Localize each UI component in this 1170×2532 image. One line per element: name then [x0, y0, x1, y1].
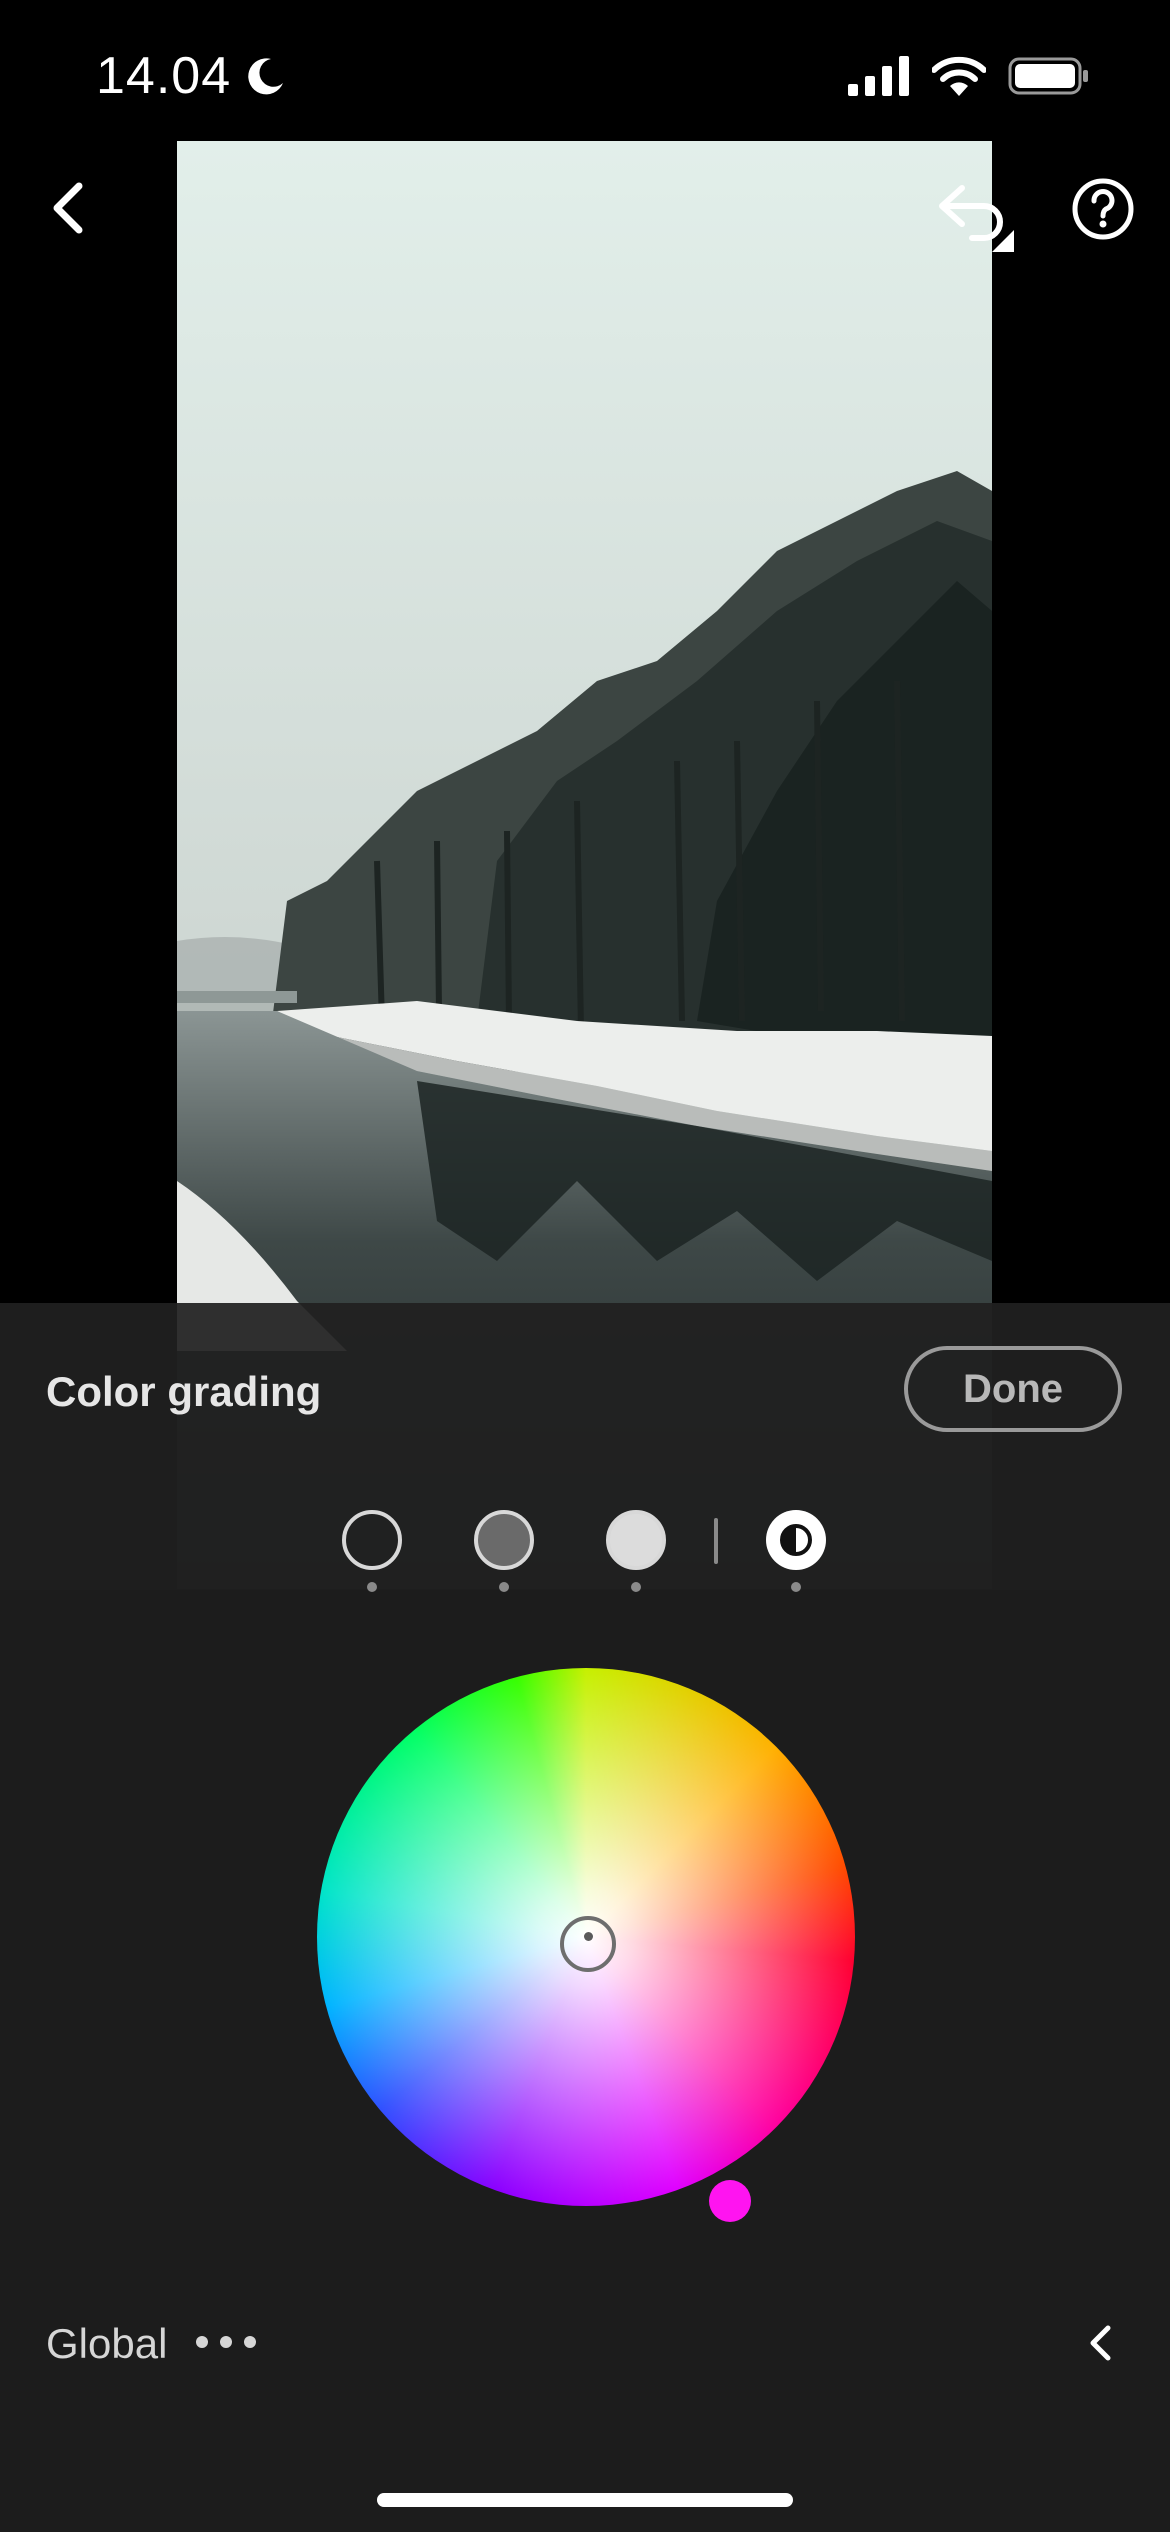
cellular-signal-icon [848, 56, 909, 96]
status-time-text: 14.04 [96, 47, 232, 105]
midtones-indicator-dot [499, 1582, 509, 1592]
battery-icon [1008, 57, 1088, 95]
highlights-indicator-dot [631, 1582, 641, 1592]
mode-label[interactable]: Global [46, 2320, 167, 2368]
home-indicator[interactable] [377, 2493, 793, 2507]
panel-title: Color grading [46, 1368, 322, 1415]
chevron-left-icon [1090, 2325, 1111, 2361]
done-button[interactable]: Done [904, 1346, 1122, 1432]
undo-button[interactable] [932, 172, 1022, 256]
highlights-circle-icon[interactable] [606, 1510, 666, 1570]
global-contrast-icon[interactable] [766, 1510, 826, 1570]
shadows-indicator-dot [367, 1582, 377, 1592]
wifi-icon [932, 56, 986, 96]
shadows-circle-icon[interactable] [342, 1510, 402, 1570]
moon-icon [248, 58, 284, 95]
collapse-button[interactable] [1080, 2318, 1120, 2368]
status-time: 14.04 [96, 46, 287, 106]
more-dots-icon[interactable] [196, 2324, 256, 2360]
hue-handle[interactable] [709, 2180, 751, 2222]
wheel-center-handle[interactable] [560, 1916, 616, 1972]
undo-icon [939, 185, 1014, 252]
help-circle-icon [1072, 178, 1134, 240]
tone-separator [714, 1518, 718, 1564]
status-indicators [848, 56, 1090, 96]
global-indicator-dot [791, 1582, 801, 1592]
help-button[interactable] [1070, 176, 1136, 242]
back-button[interactable] [40, 176, 96, 240]
chevron-left-icon [53, 182, 83, 234]
midtones-circle-icon[interactable] [474, 1510, 534, 1570]
